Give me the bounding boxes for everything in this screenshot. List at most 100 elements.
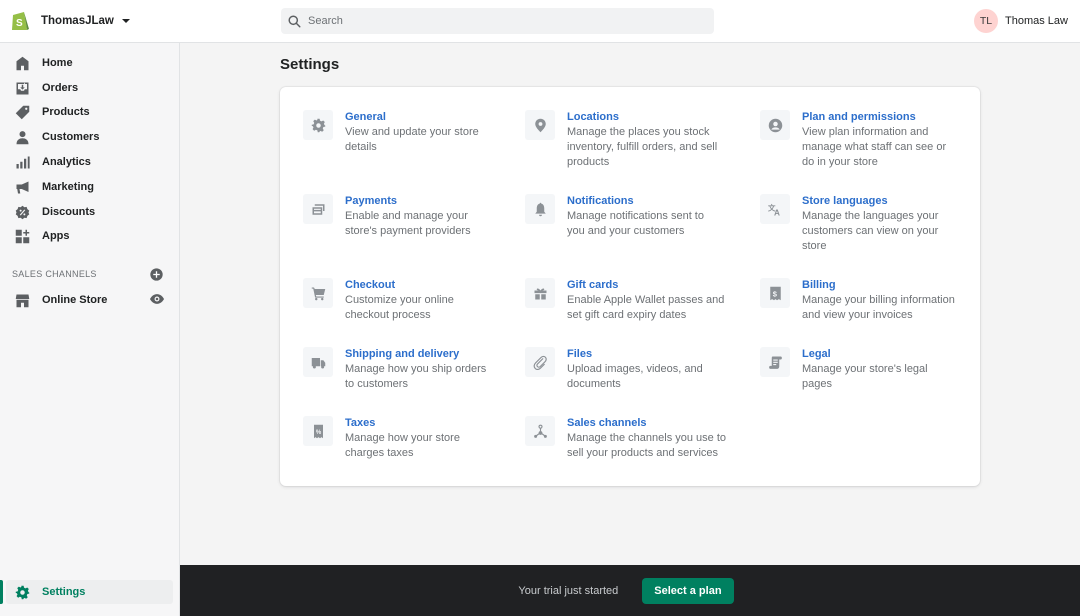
setting-taxes[interactable]: % Taxes Manage how your store charges tax…	[303, 416, 460, 461]
desc-line: Manage how you ship orders	[345, 363, 487, 375]
sidebar-item-apps[interactable]: Apps	[8, 225, 173, 247]
sidebar-item-marketing[interactable]: Marketing	[8, 176, 173, 198]
desc-line: you and your customers	[567, 225, 685, 237]
setting-locations[interactable]: Locations Manage the places you stock inv…	[525, 110, 717, 170]
sidebar-item-label: Discounts	[42, 206, 96, 218]
setting-description: Manage the languages your customers can v…	[802, 209, 938, 254]
store-switcher[interactable]: S ThomasJLaw	[0, 10, 280, 32]
desc-line: store's payment providers	[345, 225, 471, 237]
setting-files[interactable]: Files Upload images, videos, and document…	[525, 347, 703, 392]
sidebar-item-label: Online Store	[42, 294, 108, 306]
translate-icon: 文A	[768, 202, 780, 217]
setting-title: Billing	[802, 279, 836, 291]
desc-line: to customers	[345, 378, 408, 390]
user-menu[interactable]: TL Thomas Law	[974, 9, 1068, 33]
setting-title: Gift cards	[567, 279, 619, 291]
desc-line: manage what staff can see or	[802, 141, 947, 153]
sidebar-item-label: Home	[42, 57, 73, 69]
sidebar: Home Orders Products Customers Analytics…	[0, 43, 180, 616]
eye-icon[interactable]	[150, 293, 164, 305]
setting-checkout[interactable]: Checkout Customize your online checkout p…	[303, 278, 454, 323]
setting-description: Enable and manage your store's payment pr…	[345, 209, 471, 239]
desc-line: set gift card expiry dates	[567, 309, 687, 321]
desc-line: products	[567, 156, 610, 168]
tag-icon	[15, 105, 30, 119]
orders-icon	[16, 82, 29, 94]
setting-title: Notifications	[567, 195, 634, 207]
setting-title: Taxes	[345, 417, 376, 429]
gear-icon	[311, 118, 325, 132]
cart-icon	[311, 287, 325, 300]
sidebar-item-home[interactable]: Home	[8, 52, 173, 74]
sidebar-item-label: Orders	[42, 82, 79, 94]
setting-shipping-and-delivery[interactable]: Shipping and delivery Manage how you shi…	[303, 347, 486, 392]
setting-description: Manage your billing information and view …	[802, 293, 955, 323]
sidebar-item-discounts[interactable]: Discounts	[8, 201, 173, 223]
desc-line: charges taxes	[345, 447, 414, 459]
setting-description: Customize your online checkout process	[345, 293, 454, 323]
desc-line: inventory, fulfill orders, and sell	[567, 141, 718, 153]
setting-store-languages[interactable]: 文A Store languages Manage the languages …	[760, 194, 938, 254]
setting-title: Checkout	[345, 279, 396, 291]
setting-description: Manage your store's legal pages	[802, 362, 928, 392]
desc-line: Manage your billing information	[802, 294, 955, 306]
select-plan-button[interactable]: Select a plan	[642, 577, 734, 604]
setting-gift-cards[interactable]: Gift cards Enable Apple Wallet passes an…	[525, 278, 724, 323]
sidebar-item-settings[interactable]: Settings	[6, 580, 173, 604]
desc-line: checkout process	[345, 309, 431, 321]
apps-icon	[15, 229, 30, 243]
desc-line: pages	[802, 378, 832, 390]
desc-line: Enable and manage your	[345, 210, 468, 222]
svg-text:A: A	[774, 208, 780, 217]
desc-line: View plan information and	[802, 126, 929, 138]
setting-description: Manage how you ship orders to customers	[345, 362, 486, 392]
sidebar-item-analytics[interactable]: Analytics	[8, 151, 173, 173]
storefront-icon	[15, 294, 30, 307]
desc-line: Manage your store's legal	[802, 363, 928, 375]
desc-line: Manage the languages your	[802, 210, 939, 222]
person-icon	[16, 130, 29, 144]
home-icon	[16, 56, 29, 70]
desc-line: customers can view on your	[802, 225, 939, 237]
sidebar-item-customers[interactable]: Customers	[8, 126, 173, 148]
dollar-receipt-icon: $	[769, 286, 781, 300]
setting-legal[interactable]: Legal Manage your store's legal pages	[760, 347, 928, 392]
avatar: TL	[974, 9, 999, 33]
setting-plan-and-permissions[interactable]: Plan and permissions View plan informati…	[760, 110, 946, 170]
gift-icon	[534, 287, 546, 299]
trial-banner: Your trial just started Select a plan	[180, 565, 1080, 616]
page-title: Settings	[280, 56, 340, 73]
scroll-icon	[768, 356, 782, 369]
add-sales-channel-icon[interactable]	[150, 268, 163, 281]
setting-title: Locations	[567, 111, 619, 123]
active-indicator	[0, 580, 3, 604]
sidebar-item-online-store[interactable]: Online Store	[8, 289, 143, 311]
desc-line: Manage the places you stock	[567, 126, 710, 138]
sidebar-item-orders[interactable]: Orders	[8, 77, 173, 99]
setting-sales-channels[interactable]: Sales channels Manage the channels you u…	[525, 416, 726, 461]
setting-notifications[interactable]: Notifications Manage notifications sent …	[525, 194, 704, 239]
search-bar[interactable]	[281, 8, 714, 34]
setting-title: Payments	[345, 195, 397, 207]
desc-line: store	[802, 240, 827, 252]
sidebar-item-products[interactable]: Products	[8, 101, 173, 123]
setting-general[interactable]: General View and update your store detail…	[303, 110, 479, 155]
caret-down-icon	[121, 19, 130, 23]
setting-description: Enable Apple Wallet passes and set gift c…	[567, 293, 724, 323]
svg-text:%: %	[315, 430, 321, 436]
desc-line: Upload images, videos, and	[567, 363, 703, 375]
desc-line: Manage notifications sent to	[567, 210, 704, 222]
search-icon	[288, 14, 301, 28]
sidebar-item-label: Customers	[42, 131, 100, 143]
setting-billing[interactable]: $ Billing Manage your billing informatio…	[760, 278, 955, 323]
paperclip-icon	[533, 355, 547, 370]
sidebar-item-label: Apps	[42, 230, 70, 242]
search-input[interactable]	[308, 15, 688, 27]
store-name: ThomasJLaw	[41, 15, 114, 27]
desc-line: Manage how your store	[345, 432, 460, 444]
settings-card: General View and update your store detail…	[280, 87, 980, 486]
bar-chart-icon	[16, 156, 30, 168]
setting-payments[interactable]: Payments Enable and manage your store's p…	[303, 194, 471, 239]
location-pin-icon	[534, 118, 546, 132]
svg-text:S: S	[16, 18, 23, 29]
